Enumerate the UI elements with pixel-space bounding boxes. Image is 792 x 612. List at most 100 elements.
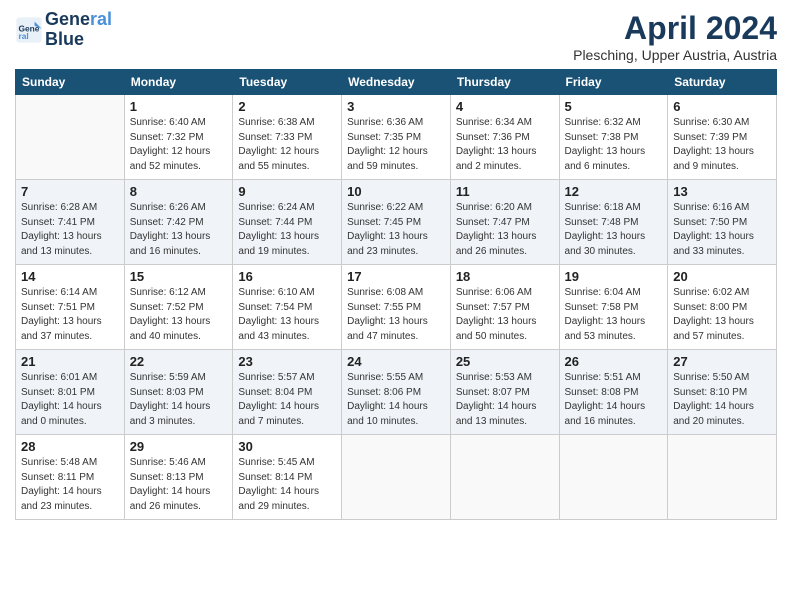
- calendar-cell: 8 Sunrise: 6:26 AM Sunset: 7:42 PM Daylig…: [124, 180, 233, 265]
- day-number: 7: [21, 184, 119, 199]
- calendar-cell: 5 Sunrise: 6:32 AM Sunset: 7:38 PM Daylig…: [559, 95, 668, 180]
- day-info: Sunrise: 5:59 AM Sunset: 8:03 PM Dayligh…: [130, 371, 228, 429]
- calendar-cell: 13Sunrise: 6:16 AM Sunset: 7:50 PM Dayli…: [668, 180, 777, 265]
- day-info: Sunrise: 5:45 AM Sunset: 8:14 PM Dayligh…: [238, 456, 336, 514]
- calendar-cell: [342, 435, 451, 520]
- day-number: 26: [565, 354, 663, 369]
- day-number: 4: [456, 99, 554, 114]
- calendar-cell: [450, 435, 559, 520]
- day-info: Sunrise: 5:46 AM Sunset: 8:13 PM Dayligh…: [130, 456, 228, 514]
- day-info: Sunrise: 6:01 AM Sunset: 8:01 PM Dayligh…: [21, 371, 119, 429]
- logo: Gene ral GeneralBlue: [15, 10, 112, 50]
- day-info: Sunrise: 6:06 AM Sunset: 7:57 PM Dayligh…: [456, 286, 554, 344]
- day-info: Sunrise: 6:20 AM Sunset: 7:47 PM Dayligh…: [456, 201, 554, 259]
- day-info: Sunrise: 5:53 AM Sunset: 8:07 PM Dayligh…: [456, 371, 554, 429]
- calendar-cell: 4 Sunrise: 6:34 AM Sunset: 7:36 PM Daylig…: [450, 95, 559, 180]
- calendar-week-row: 14Sunrise: 6:14 AM Sunset: 7:51 PM Dayli…: [16, 265, 777, 350]
- calendar-cell: 22 Sunrise: 5:59 AM Sunset: 8:03 PM Dayli…: [124, 350, 233, 435]
- day-info: Sunrise: 6:36 AM Sunset: 7:35 PM Dayligh…: [347, 116, 445, 174]
- day-number: 17: [347, 269, 445, 284]
- calendar-table: Sunday Monday Tuesday Wednesday Thursday…: [15, 69, 777, 520]
- day-number: 24: [347, 354, 445, 369]
- calendar-cell: 26 Sunrise: 5:51 AM Sunset: 8:08 PM Dayli…: [559, 350, 668, 435]
- header-tuesday: Tuesday: [233, 70, 342, 95]
- logo-text: GeneralBlue: [45, 10, 112, 50]
- calendar-cell: [559, 435, 668, 520]
- day-info: Sunrise: 6:22 AM Sunset: 7:45 PM Dayligh…: [347, 201, 445, 259]
- calendar-week-row: 1 Sunrise: 6:40 AM Sunset: 7:32 PM Daylig…: [16, 95, 777, 180]
- calendar-cell: 25 Sunrise: 5:53 AM Sunset: 8:07 PM Dayli…: [450, 350, 559, 435]
- header-wednesday: Wednesday: [342, 70, 451, 95]
- calendar-cell: 18 Sunrise: 6:06 AM Sunset: 7:57 PM Dayli…: [450, 265, 559, 350]
- calendar-cell: 14Sunrise: 6:14 AM Sunset: 7:51 PM Dayli…: [16, 265, 125, 350]
- day-info: Sunrise: 6:18 AM Sunset: 7:48 PM Dayligh…: [565, 201, 663, 259]
- day-info: Sunrise: 5:50 AM Sunset: 8:10 PM Dayligh…: [673, 371, 771, 429]
- calendar-cell: [668, 435, 777, 520]
- day-info: Sunrise: 6:32 AM Sunset: 7:38 PM Dayligh…: [565, 116, 663, 174]
- day-info: Sunrise: 6:24 AM Sunset: 7:44 PM Dayligh…: [238, 201, 336, 259]
- day-info: Sunrise: 6:28 AM Sunset: 7:41 PM Dayligh…: [21, 201, 119, 259]
- day-number: 9: [238, 184, 336, 199]
- day-number: 8: [130, 184, 228, 199]
- day-number: 1: [130, 99, 228, 114]
- day-info: Sunrise: 6:12 AM Sunset: 7:52 PM Dayligh…: [130, 286, 228, 344]
- day-number: 23: [238, 354, 336, 369]
- calendar-cell: 20 Sunrise: 6:02 AM Sunset: 8:00 PM Dayli…: [668, 265, 777, 350]
- day-number: 25: [456, 354, 554, 369]
- calendar-cell: 30 Sunrise: 5:45 AM Sunset: 8:14 PM Dayli…: [233, 435, 342, 520]
- day-info: Sunrise: 5:48 AM Sunset: 8:11 PM Dayligh…: [21, 456, 119, 514]
- calendar-cell: 28 Sunrise: 5:48 AM Sunset: 8:11 PM Dayli…: [16, 435, 125, 520]
- calendar-week-row: 7 Sunrise: 6:28 AM Sunset: 7:41 PM Daylig…: [16, 180, 777, 265]
- day-number: 29: [130, 439, 228, 454]
- day-number: 2: [238, 99, 336, 114]
- day-info: Sunrise: 6:38 AM Sunset: 7:33 PM Dayligh…: [238, 116, 336, 174]
- day-info: Sunrise: 6:26 AM Sunset: 7:42 PM Dayligh…: [130, 201, 228, 259]
- day-number: 28: [21, 439, 119, 454]
- header-monday: Monday: [124, 70, 233, 95]
- month-title: April 2024: [573, 10, 777, 47]
- calendar-cell: 9 Sunrise: 6:24 AM Sunset: 7:44 PM Daylig…: [233, 180, 342, 265]
- header: Gene ral GeneralBlue April 2024 Pleschin…: [15, 10, 777, 63]
- day-info: Sunrise: 6:16 AM Sunset: 7:50 PM Dayligh…: [673, 201, 771, 259]
- location: Plesching, Upper Austria, Austria: [573, 47, 777, 63]
- day-number: 22: [130, 354, 228, 369]
- day-number: 11: [456, 184, 554, 199]
- day-number: 30: [238, 439, 336, 454]
- day-number: 6: [673, 99, 771, 114]
- calendar-cell: 19 Sunrise: 6:04 AM Sunset: 7:58 PM Dayli…: [559, 265, 668, 350]
- day-number: 12: [565, 184, 663, 199]
- day-number: 15: [130, 269, 228, 284]
- day-number: 20: [673, 269, 771, 284]
- day-number: 3: [347, 99, 445, 114]
- calendar-cell: [16, 95, 125, 180]
- header-friday: Friday: [559, 70, 668, 95]
- title-section: April 2024 Plesching, Upper Austria, Aus…: [573, 10, 777, 63]
- calendar-cell: 21 Sunrise: 6:01 AM Sunset: 8:01 PM Dayli…: [16, 350, 125, 435]
- day-info: Sunrise: 6:04 AM Sunset: 7:58 PM Dayligh…: [565, 286, 663, 344]
- day-number: 21: [21, 354, 119, 369]
- calendar-cell: 23Sunrise: 5:57 AM Sunset: 8:04 PM Dayli…: [233, 350, 342, 435]
- svg-text:ral: ral: [19, 31, 29, 41]
- day-number: 19: [565, 269, 663, 284]
- calendar-cell: 27 Sunrise: 5:50 AM Sunset: 8:10 PM Dayli…: [668, 350, 777, 435]
- day-number: 18: [456, 269, 554, 284]
- calendar-week-row: 28 Sunrise: 5:48 AM Sunset: 8:11 PM Dayli…: [16, 435, 777, 520]
- day-info: Sunrise: 6:02 AM Sunset: 8:00 PM Dayligh…: [673, 286, 771, 344]
- day-number: 5: [565, 99, 663, 114]
- calendar-cell: 2 Sunrise: 6:38 AM Sunset: 7:33 PM Daylig…: [233, 95, 342, 180]
- calendar-cell: 24Sunrise: 5:55 AM Sunset: 8:06 PM Dayli…: [342, 350, 451, 435]
- day-info: Sunrise: 6:08 AM Sunset: 7:55 PM Dayligh…: [347, 286, 445, 344]
- day-number: 10: [347, 184, 445, 199]
- calendar-cell: 16Sunrise: 6:10 AM Sunset: 7:54 PM Dayli…: [233, 265, 342, 350]
- day-info: Sunrise: 6:40 AM Sunset: 7:32 PM Dayligh…: [130, 116, 228, 174]
- day-info: Sunrise: 5:51 AM Sunset: 8:08 PM Dayligh…: [565, 371, 663, 429]
- calendar-cell: 15 Sunrise: 6:12 AM Sunset: 7:52 PM Dayli…: [124, 265, 233, 350]
- calendar-cell: 12 Sunrise: 6:18 AM Sunset: 7:48 PM Dayli…: [559, 180, 668, 265]
- day-number: 27: [673, 354, 771, 369]
- calendar-week-row: 21 Sunrise: 6:01 AM Sunset: 8:01 PM Dayli…: [16, 350, 777, 435]
- calendar-cell: 11 Sunrise: 6:20 AM Sunset: 7:47 PM Dayli…: [450, 180, 559, 265]
- calendar-cell: 17 Sunrise: 6:08 AM Sunset: 7:55 PM Dayli…: [342, 265, 451, 350]
- day-number: 14: [21, 269, 119, 284]
- page: Gene ral GeneralBlue April 2024 Pleschin…: [0, 0, 792, 612]
- day-info: Sunrise: 6:34 AM Sunset: 7:36 PM Dayligh…: [456, 116, 554, 174]
